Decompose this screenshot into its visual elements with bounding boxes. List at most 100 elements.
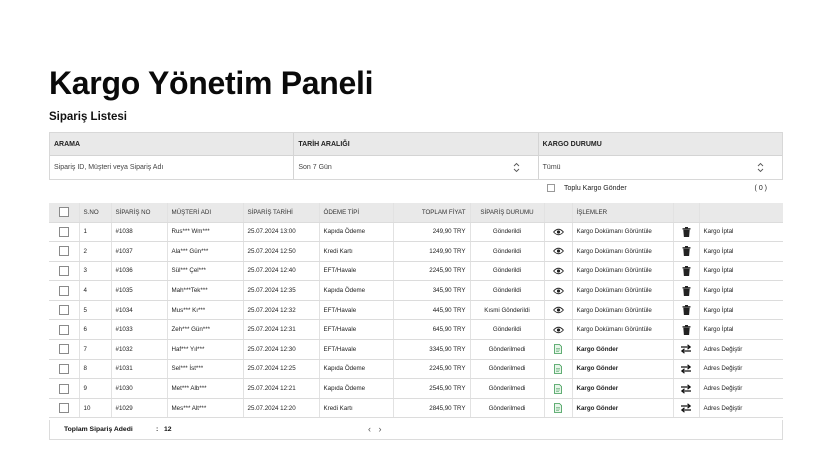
view-cargo-document-link[interactable]: Kargo Dokümanı Görüntüle: [572, 319, 674, 341]
cancel-cargo-link[interactable]: Kargo İptal: [699, 319, 783, 341]
table-row[interactable]: 8 #1031 Sel*** İst*** 25.07.2024 12:25 Kapıd…: [49, 359, 783, 380]
cancel-cargo-link[interactable]: Kargo İptal: [699, 280, 783, 301]
col-order-no[interactable]: SİPARİŞ NO: [111, 203, 168, 223]
row-payment: EFT/Havale: [319, 300, 394, 321]
row-action-icon-cell: [544, 222, 573, 243]
next-page-button[interactable]: ›: [379, 424, 382, 434]
send-cargo-link[interactable]: Kargo Gönder: [572, 398, 674, 419]
table-row[interactable]: 9 #1030 Met*** Alb*** 25.07.2024 12:21 Kapıd…: [49, 378, 783, 399]
row-date: 25.07.2024 12:20: [243, 398, 320, 419]
col-status[interactable]: SİPARİŞ DURUMU: [470, 203, 545, 223]
row-action-icon-cell: [544, 241, 573, 262]
trash-icon[interactable]: [682, 324, 691, 335]
view-cargo-document-link[interactable]: Kargo Dokümanı Görüntüle: [572, 241, 674, 262]
trash-icon[interactable]: [682, 285, 691, 296]
document-icon[interactable]: [554, 403, 562, 414]
eye-icon[interactable]: [552, 267, 564, 275]
eye-icon[interactable]: [552, 287, 564, 295]
select-all-checkbox[interactable]: [58, 207, 69, 218]
row-status: Gönderilmedi: [470, 339, 545, 360]
send-cargo-link[interactable]: Kargo Gönder: [572, 339, 674, 360]
row-checkbox[interactable]: [58, 246, 69, 257]
document-icon[interactable]: [554, 383, 562, 394]
col-date[interactable]: SİPARİŞ TARİHİ: [243, 203, 320, 223]
row-checkbox[interactable]: [58, 226, 69, 237]
swap-arrows-icon[interactable]: [680, 344, 692, 355]
cancel-cargo-link[interactable]: Kargo İptal: [699, 261, 783, 282]
change-address-link[interactable]: Adres Değiştir: [699, 378, 783, 399]
row-checkbox[interactable]: [58, 403, 69, 414]
document-icon[interactable]: [554, 344, 562, 355]
table-row[interactable]: 4 #1035 Mah***Tek*** 25.07.2024 12:35 Kapıda…: [49, 280, 783, 301]
row-checkbox[interactable]: [58, 383, 69, 394]
row-order-no: #1029: [111, 398, 168, 419]
row-checkbox[interactable]: [58, 363, 69, 374]
bulk-ship-checkbox[interactable]: [547, 184, 555, 192]
row-action-icon-cell: [544, 261, 573, 282]
row-total: 2545,90 TRY: [393, 378, 471, 399]
eye-icon[interactable]: [552, 228, 564, 236]
swap-arrows-icon[interactable]: [680, 403, 692, 413]
col-actions: İŞLEMLER: [572, 203, 674, 223]
send-cargo-link[interactable]: Kargo Gönder: [572, 359, 674, 380]
cancel-cargo-link[interactable]: Kargo İptal: [699, 300, 783, 321]
bulk-ship-label: Toplu Kargo Gönder: [564, 185, 627, 192]
view-cargo-document-link[interactable]: Kargo Dokümanı Görüntüle: [572, 222, 674, 243]
prev-page-button[interactable]: ‹: [368, 424, 371, 434]
table-header-row: S.NO SİPARİŞ NO MÜŞTERİ ADI SİPARİŞ TARİ…: [49, 203, 783, 223]
row-checkbox[interactable]: [58, 285, 69, 296]
cancel-cargo-link[interactable]: Kargo İptal: [699, 222, 783, 243]
row-order-no: #1031: [111, 359, 168, 380]
swap-arrows-icon[interactable]: [680, 364, 692, 374]
col-no[interactable]: S.NO: [79, 203, 112, 223]
col-payment[interactable]: ÖDEME TİPİ: [319, 203, 394, 223]
date-range-select[interactable]: Son 7 Gün: [294, 156, 539, 179]
document-icon[interactable]: [554, 364, 562, 374]
search-input[interactable]: Sipariş ID, Müşteri veya Sipariş Adı: [50, 156, 295, 179]
cancel-cargo-link[interactable]: Kargo İptal: [699, 241, 783, 262]
row-payment: Kredi Kartı: [319, 398, 394, 419]
row-order-no: #1036: [111, 261, 168, 282]
view-cargo-document-link[interactable]: Kargo Dokümanı Görüntüle: [572, 261, 674, 282]
table-row[interactable]: 6 #1033 Zeh*** Gün*** 25.07.2024 12:31 EFT/H…: [49, 319, 783, 341]
row-payment: Kredi Kartı: [319, 241, 394, 262]
col-total[interactable]: TOPLAM FİYAT: [393, 203, 471, 223]
row-customer: Ala*** Gün***: [167, 241, 244, 262]
table-row[interactable]: 3 #1036 Sül*** Çel*** 25.07.2024 12:40 EFT/H…: [49, 261, 783, 282]
table-row[interactable]: 10 #1029 Mes*** Alt*** 25.07.2024 12:20 Kred…: [49, 398, 783, 419]
table-row[interactable]: 5 #1034 Mus*** Kı*** 25.07.2024 12:32 EFT/Ha…: [49, 300, 783, 321]
row-checkbox[interactable]: [58, 324, 69, 335]
table-row[interactable]: 7 #1032 Haf*** Yıl*** 25.07.2024 12:30 EFT/H…: [49, 339, 783, 360]
table-row[interactable]: 2 #1037 Ala*** Gün*** 25.07.2024 12:50 Kredi…: [49, 241, 783, 262]
row-checkbox-cell: [49, 222, 80, 243]
row-status: Gönderildi: [470, 222, 545, 243]
cargo-status-select[interactable]: Tümü: [539, 156, 782, 179]
change-address-link[interactable]: Adres Değiştir: [699, 339, 783, 360]
swap-arrows-icon[interactable]: [680, 383, 692, 394]
change-address-link[interactable]: Adres Değiştir: [699, 398, 783, 419]
trash-icon[interactable]: [682, 246, 691, 257]
col-customer[interactable]: MÜŞTERİ ADI: [167, 203, 244, 223]
eye-icon[interactable]: [552, 247, 564, 255]
eye-icon[interactable]: [552, 326, 564, 334]
trash-icon[interactable]: [682, 265, 691, 276]
row-action2-icon-cell: [673, 319, 700, 341]
cargo-status-label: KARGO DURUMU: [542, 141, 602, 148]
eye-icon[interactable]: [552, 306, 564, 314]
row-checkbox[interactable]: [58, 344, 69, 355]
trash-icon[interactable]: [682, 226, 691, 237]
view-cargo-document-link[interactable]: Kargo Dokümanı Görüntüle: [572, 300, 674, 321]
row-customer: Haf*** Yıl***: [167, 339, 244, 360]
send-cargo-link[interactable]: Kargo Gönder: [572, 378, 674, 399]
row-action2-icon-cell: [673, 241, 700, 262]
row-customer: Zeh*** Gün***: [167, 319, 244, 341]
row-payment: Kapıda Ödeme: [319, 222, 394, 243]
row-checkbox[interactable]: [58, 265, 69, 276]
table-row[interactable]: 1 #1038 Rus*** Wm*** 25.07.2024 13:00 Kapıda…: [49, 222, 783, 243]
view-cargo-document-link[interactable]: Kargo Dokümanı Görüntüle: [572, 280, 674, 301]
change-address-link[interactable]: Adres Değiştir: [699, 359, 783, 380]
row-checkbox[interactable]: [58, 305, 69, 316]
trash-icon[interactable]: [682, 305, 691, 316]
row-action2-icon-cell: [673, 398, 700, 419]
row-order-no: #1035: [111, 280, 168, 301]
